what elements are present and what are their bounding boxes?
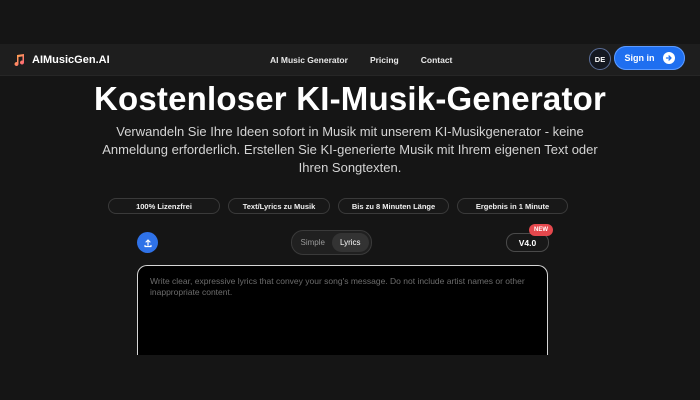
brand-logo-link[interactable]: AIMusicGen.AI: [12, 51, 110, 69]
page-footer-area: [0, 355, 700, 400]
music-note-icon: [14, 54, 25, 67]
nav-ai-music-generator[interactable]: AI Music Generator: [270, 55, 348, 65]
new-badge: NEW: [529, 224, 553, 236]
arrow-right-circle-icon: [662, 52, 675, 64]
badge-result-time: Ergebnis in 1 Minute: [457, 198, 568, 214]
lyrics-editor: [137, 265, 548, 365]
upload-icon: [143, 238, 152, 247]
language-switcher[interactable]: DE: [589, 48, 611, 70]
main-nav: AI Music Generator Pricing Contact: [270, 53, 452, 67]
mode-toggle: Simple Lyrics: [291, 230, 372, 255]
mode-simple-tab[interactable]: Simple: [294, 233, 332, 252]
mode-lyrics-tab[interactable]: Lyrics: [331, 233, 369, 252]
lyrics-input[interactable]: [150, 276, 535, 355]
nav-pricing[interactable]: Pricing: [370, 55, 399, 65]
badge-text-to-music: Text/Lyrics zu Musik: [228, 198, 330, 214]
sign-in-button[interactable]: Sign in: [614, 46, 685, 70]
sign-in-label: Sign in: [624, 53, 655, 63]
upload-button[interactable]: [137, 232, 158, 253]
page-subtitle: Verwandeln Sie Ihre Ideen sofort in Musi…: [102, 124, 598, 175]
page-title: Kostenloser KI-Musik-Generator: [93, 80, 607, 117]
feature-badges: 100% Lizenzfrei Text/Lyrics zu Musik Bis…: [108, 198, 568, 216]
brand-name: AIMusicGen.AI: [32, 54, 110, 66]
nav-contact[interactable]: Contact: [421, 55, 453, 65]
badge-max-length: Bis zu 8 Minuten Länge: [338, 198, 449, 214]
badge-license-free: 100% Lizenzfrei: [108, 198, 220, 214]
